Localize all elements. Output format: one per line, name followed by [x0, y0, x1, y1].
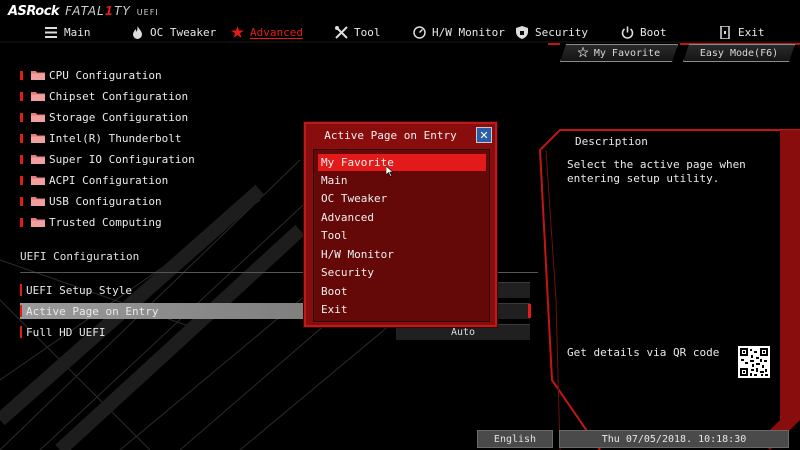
popup-title: Active Page on Entry: [324, 128, 457, 142]
uefi-section-title: UEFI Configuration: [20, 250, 140, 263]
exit-icon: [718, 25, 732, 39]
active-page-popup: Active Page on Entry ✕ My Favorite Main …: [304, 122, 497, 327]
power-icon: [620, 25, 634, 39]
language-button[interactable]: English: [477, 430, 553, 448]
popup-option-hw-monitor[interactable]: H/W Monitor: [318, 246, 486, 263]
tab-hw-monitor[interactable]: H/W Monitor: [412, 22, 505, 42]
menu-item-super-io-configuration[interactable]: Super IO Configuration: [20, 150, 195, 168]
tab-oc-tweaker[interactable]: OC Tweaker: [130, 22, 216, 42]
popup-option-security[interactable]: Security: [318, 264, 486, 281]
datetime-display: Thu 07/05/2018. 10:18:30: [559, 430, 789, 448]
tab-main[interactable]: Main: [44, 22, 91, 42]
qr-text: Get details via QR code: [567, 346, 720, 359]
brand-asrock: ASRock: [8, 4, 60, 19]
shield-icon: [515, 25, 529, 39]
folder-icon: [31, 154, 45, 164]
tab-exit[interactable]: Exit: [718, 22, 765, 42]
folder-icon: [31, 70, 45, 80]
menu-item-storage-configuration[interactable]: Storage Configuration: [20, 108, 188, 126]
wrench-icon: [334, 25, 348, 39]
menu-item-cpu-configuration[interactable]: CPU Configuration: [20, 66, 162, 84]
popup-option-tool[interactable]: Tool: [318, 227, 486, 244]
folder-icon: [31, 133, 45, 143]
folder-icon: [31, 112, 45, 122]
tab-advanced[interactable]: Advanced: [230, 22, 303, 42]
folder-icon: [31, 175, 45, 185]
qr-code-icon: [738, 346, 770, 378]
popup-option-main[interactable]: Main: [318, 172, 486, 189]
popup-option-boot[interactable]: Boot: [318, 283, 486, 300]
folder-icon: [31, 217, 45, 227]
folder-icon: [31, 91, 45, 101]
my-favorite-button[interactable]: My Favorite: [560, 44, 678, 62]
tab-boot[interactable]: Boot: [620, 22, 667, 42]
menu-item-usb-configuration[interactable]: USB Configuration: [20, 192, 162, 210]
popup-option-advanced[interactable]: Advanced: [318, 209, 486, 226]
menu-item-intel-thunderbolt[interactable]: Intel(R) Thunderbolt: [20, 129, 181, 147]
popup-option-exit[interactable]: Exit: [318, 301, 486, 318]
monitor-icon: [412, 25, 426, 39]
brand-logo: ASRock FATAL1TY UEFI: [8, 4, 159, 20]
description-text: Select the active page when entering set…: [567, 158, 746, 185]
menu-item-trusted-computing[interactable]: Trusted Computing: [20, 213, 162, 231]
popup-option-my-favorite[interactable]: My Favorite: [318, 154, 486, 171]
folder-icon: [31, 196, 45, 206]
menu-item-acpi-configuration[interactable]: ACPI Configuration: [20, 171, 168, 189]
tab-security[interactable]: Security: [515, 22, 588, 42]
top-nav: Main OC Tweaker Advanced Tool H/W Monito…: [0, 22, 800, 42]
close-icon[interactable]: ✕: [476, 127, 492, 143]
flame-icon: [130, 25, 144, 39]
popup-options-list: My Favorite Main OC Tweaker Advanced Too…: [313, 149, 490, 322]
list-icon: [44, 25, 58, 39]
brand-fatality: FATAL1TY: [65, 4, 131, 18]
description-title: Description: [575, 135, 648, 148]
brand-uefi: UEFI: [136, 8, 159, 17]
mouse-cursor-icon: [386, 166, 394, 177]
easy-mode-button[interactable]: Easy Mode(F6): [683, 44, 795, 62]
selection-marker: [528, 304, 531, 318]
menu-item-chipset-configuration[interactable]: Chipset Configuration: [20, 87, 188, 105]
star-icon: [230, 25, 244, 39]
star-outline-icon: [578, 47, 588, 60]
popup-option-oc-tweaker[interactable]: OC Tweaker: [318, 190, 486, 207]
tab-tool[interactable]: Tool: [334, 22, 381, 42]
